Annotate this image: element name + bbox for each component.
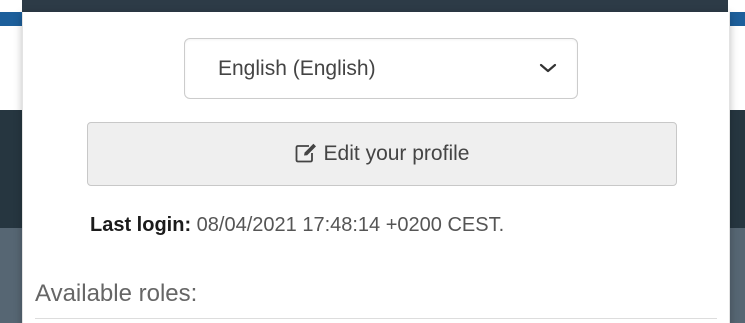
background-page-right (728, 0, 745, 323)
chevron-down-icon (539, 63, 557, 73)
edit-profile-button[interactable]: Edit your profile (87, 122, 677, 186)
last-login-label: Last login: (90, 214, 192, 236)
background-page-left (0, 0, 22, 323)
top-nav-bar-right (728, 12, 745, 26)
edit-icon (295, 143, 316, 163)
available-roles-heading: Available roles: (35, 280, 198, 307)
language-select[interactable]: English (English) (184, 38, 578, 99)
roles-divider (35, 318, 717, 319)
language-select-value: English (English) (218, 57, 376, 80)
edit-profile-label: Edit your profile (323, 142, 470, 165)
last-login-value: 08/04/2021 17:48:14 +0200 CEST. (196, 214, 505, 236)
top-nav-bar-left (0, 12, 22, 26)
screen: English (English) Edit your profile Last… (0, 0, 745, 323)
last-login-info: Last login: 08/04/2021 17:48:14 +0200 CE… (90, 214, 504, 237)
user-dropdown-panel: English (English) Edit your profile Last… (22, 12, 730, 323)
